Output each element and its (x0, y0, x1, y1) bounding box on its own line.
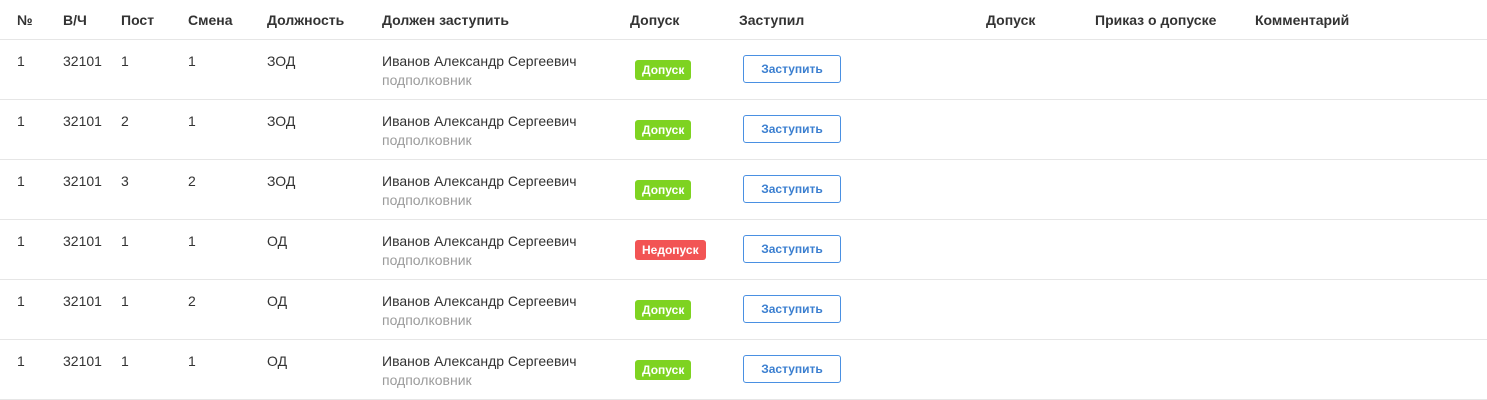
table-header: № В/Ч Пост Смена Должность Должен заступ… (0, 0, 1487, 40)
row-shift: 1 (188, 113, 196, 129)
row-position: ЗОД (267, 53, 296, 69)
row-position: ОД (267, 293, 288, 309)
arrive-button[interactable]: Заступить (743, 235, 841, 263)
admission-badge: Допуск (635, 180, 692, 200)
row-person: Иванов Александр Сергеевич подполковник (382, 113, 577, 148)
row-shift: 1 (188, 353, 196, 369)
table-row: 1 32101 2 1 ЗОД Иванов Александр Сергеев… (0, 100, 1487, 160)
row-post: 3 (121, 173, 129, 189)
admission-badge: Допуск (635, 300, 692, 320)
column-header-comment: Комментарий (1255, 12, 1350, 28)
row-num: 1 (17, 173, 25, 189)
row-person: Иванов Александр Сергеевич подполковник (382, 353, 577, 388)
duty-roster-table: № В/Ч Пост Смена Должность Должен заступ… (0, 0, 1487, 400)
table-body: 1 32101 1 1 ЗОД Иванов Александр Сергеев… (0, 40, 1487, 400)
person-rank: подполковник (382, 312, 472, 328)
arrive-button[interactable]: Заступить (743, 355, 841, 383)
row-post: 1 (121, 53, 129, 69)
row-position: ОД (267, 233, 288, 249)
row-person: Иванов Александр Сергеевич подполковник (382, 293, 577, 328)
row-num: 1 (17, 353, 25, 369)
row-shift: 1 (188, 53, 196, 69)
column-header-shift: Смена (188, 12, 233, 28)
table-row: 1 32101 1 1 ОД Иванов Александр Сергееви… (0, 220, 1487, 280)
row-shift: 2 (188, 173, 196, 189)
row-unit: 32101 (63, 53, 102, 69)
person-rank: подполковник (382, 252, 472, 268)
table-row: 1 32101 3 2 ЗОД Иванов Александр Сергеев… (0, 160, 1487, 220)
person-name: Иванов Александр Сергеевич (382, 293, 577, 309)
row-shift: 1 (188, 233, 196, 249)
column-header-should-arrive: Должен заступить (382, 12, 509, 28)
admission-badge: Допуск (635, 60, 692, 80)
row-num: 1 (17, 293, 25, 309)
row-post: 1 (121, 233, 129, 249)
row-position: ОД (267, 353, 288, 369)
person-name: Иванов Александр Сергеевич (382, 353, 577, 369)
row-unit: 32101 (63, 113, 102, 129)
person-rank: подполковник (382, 72, 472, 88)
row-unit: 32101 (63, 173, 102, 189)
arrive-button[interactable]: Заступить (743, 295, 841, 323)
column-header-admission-2: Допуск (986, 12, 1036, 28)
person-name: Иванов Александр Сергеевич (382, 233, 577, 249)
row-person: Иванов Александр Сергеевич подполковник (382, 53, 577, 88)
row-person: Иванов Александр Сергеевич подполковник (382, 233, 577, 268)
row-unit: 32101 (63, 293, 102, 309)
column-header-post: Пост (121, 12, 155, 28)
arrive-button[interactable]: Заступить (743, 115, 841, 143)
row-shift: 2 (188, 293, 196, 309)
row-post: 1 (121, 293, 129, 309)
row-unit: 32101 (63, 353, 102, 369)
row-post: 1 (121, 353, 129, 369)
row-unit: 32101 (63, 233, 102, 249)
row-num: 1 (17, 113, 25, 129)
person-name: Иванов Александр Сергеевич (382, 53, 577, 69)
person-name: Иванов Александр Сергеевич (382, 113, 577, 129)
table-row: 1 32101 1 1 ОД Иванов Александр Сергееви… (0, 340, 1487, 400)
column-header-num: № (17, 12, 33, 28)
row-num: 1 (17, 53, 25, 69)
row-position: ЗОД (267, 173, 296, 189)
table-row: 1 32101 1 2 ОД Иванов Александр Сергееви… (0, 280, 1487, 340)
arrive-button[interactable]: Заступить (743, 55, 841, 83)
person-rank: подполковник (382, 372, 472, 388)
row-post: 2 (121, 113, 129, 129)
admission-badge: Допуск (635, 120, 692, 140)
person-name: Иванов Александр Сергеевич (382, 173, 577, 189)
column-header-admission: Допуск (630, 12, 680, 28)
admission-badge: Допуск (635, 360, 692, 380)
admission-badge: Недопуск (635, 240, 706, 260)
person-rank: подполковник (382, 132, 472, 148)
row-num: 1 (17, 233, 25, 249)
table-row: 1 32101 1 1 ЗОД Иванов Александр Сергеев… (0, 40, 1487, 100)
column-header-arrived: Заступил (739, 12, 805, 28)
row-person: Иванов Александр Сергеевич подполковник (382, 173, 577, 208)
column-header-order: Приказ о допуске (1095, 12, 1217, 28)
arrive-button[interactable]: Заступить (743, 175, 841, 203)
column-header-unit: В/Ч (63, 12, 87, 28)
row-position: ЗОД (267, 113, 296, 129)
column-header-position: Должность (267, 12, 345, 28)
person-rank: подполковник (382, 192, 472, 208)
